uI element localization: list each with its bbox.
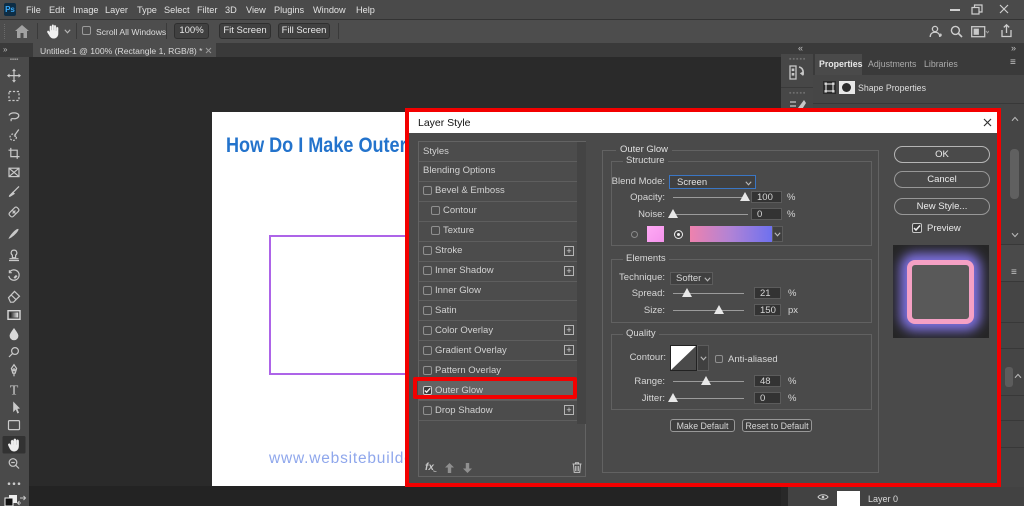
svg-text:▪▪▪▪: ▪▪▪▪ (10, 57, 19, 63)
svg-text:T: T (10, 384, 19, 399)
